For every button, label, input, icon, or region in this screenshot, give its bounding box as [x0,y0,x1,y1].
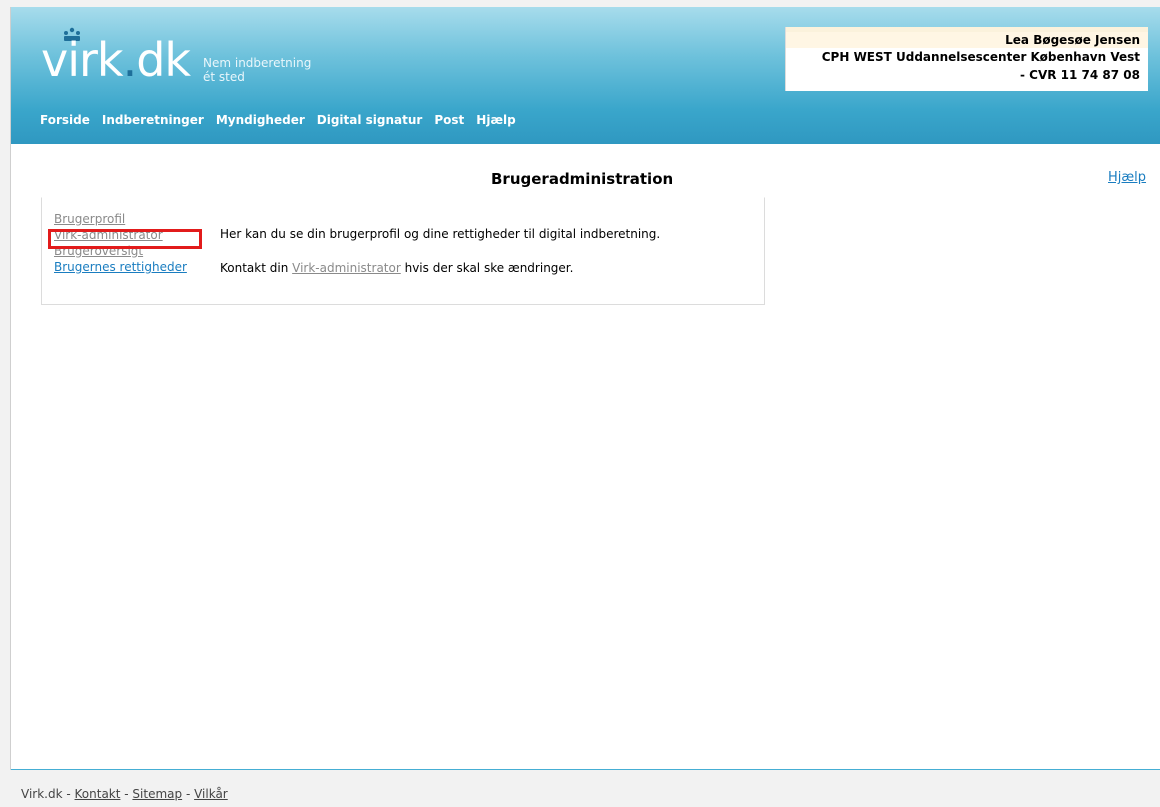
virk-logo[interactable]: virk.dk Nem indberetning ét sted [33,23,363,87]
virk-administrator-link[interactable]: Virk-administrator [292,261,401,275]
logo-wordmark: virk.dk [41,33,191,87]
footer-link-kontakt[interactable]: Kontakt [75,787,121,801]
contact-text: Kontakt din Virk-administrator hvis der … [220,261,574,275]
nav-digital-signatur[interactable]: Digital signatur [317,113,423,127]
sidebar-item-brugernes-rettigheder[interactable]: Brugernes rettigheder [54,259,187,275]
user-info-box: Lea Bøgesøe Jensen CPH WEST Uddannelsesc… [785,27,1148,91]
user-name: Lea Bøgesøe Jensen [786,32,1148,48]
site-footer: Virk.dk - Kontakt - Sitemap - Vilkår [21,787,228,801]
user-cvr: - CVR 11 74 87 08 [1020,68,1140,82]
site-header: virk.dk Nem indberetning ét sted Lea Bøg… [11,7,1160,144]
user-organization: CPH WEST Uddannelsescenter København Ves… [821,50,1140,64]
footer-site-name: Virk.dk [21,787,63,801]
footer-link-vilkaar[interactable]: Vilkår [194,787,228,801]
logo-tagline: Nem indberetning ét sted [203,56,312,84]
nav-post[interactable]: Post [434,113,464,127]
highlight-box [48,229,202,249]
page-frame: virk.dk Nem indberetning ét sted Lea Bøg… [10,7,1160,770]
page-title: Brugeradministration [491,170,674,188]
main-content: Her kan du se din brugerprofil og dine r… [220,226,660,294]
nav-myndigheder[interactable]: Myndigheder [216,113,305,127]
footer-link-sitemap[interactable]: Sitemap [132,787,182,801]
sidebar-menu: Brugerprofil Virk-administrator Brugerov… [48,211,202,275]
main-nav: Forside Indberetninger Myndigheder Digit… [40,113,516,127]
nav-hjaelp[interactable]: Hjælp [476,113,515,127]
intro-text: Her kan du se din brugerprofil og dine r… [220,227,661,241]
content-panel: Brugerprofil Virk-administrator Brugerov… [41,197,765,305]
footer-divider [11,769,1160,770]
sidebar-item-brugerprofil[interactable]: Brugerprofil [54,211,187,227]
nav-indberetninger[interactable]: Indberetninger [102,113,204,127]
help-link[interactable]: Hjælp [1108,170,1146,185]
nav-forside[interactable]: Forside [40,113,90,127]
